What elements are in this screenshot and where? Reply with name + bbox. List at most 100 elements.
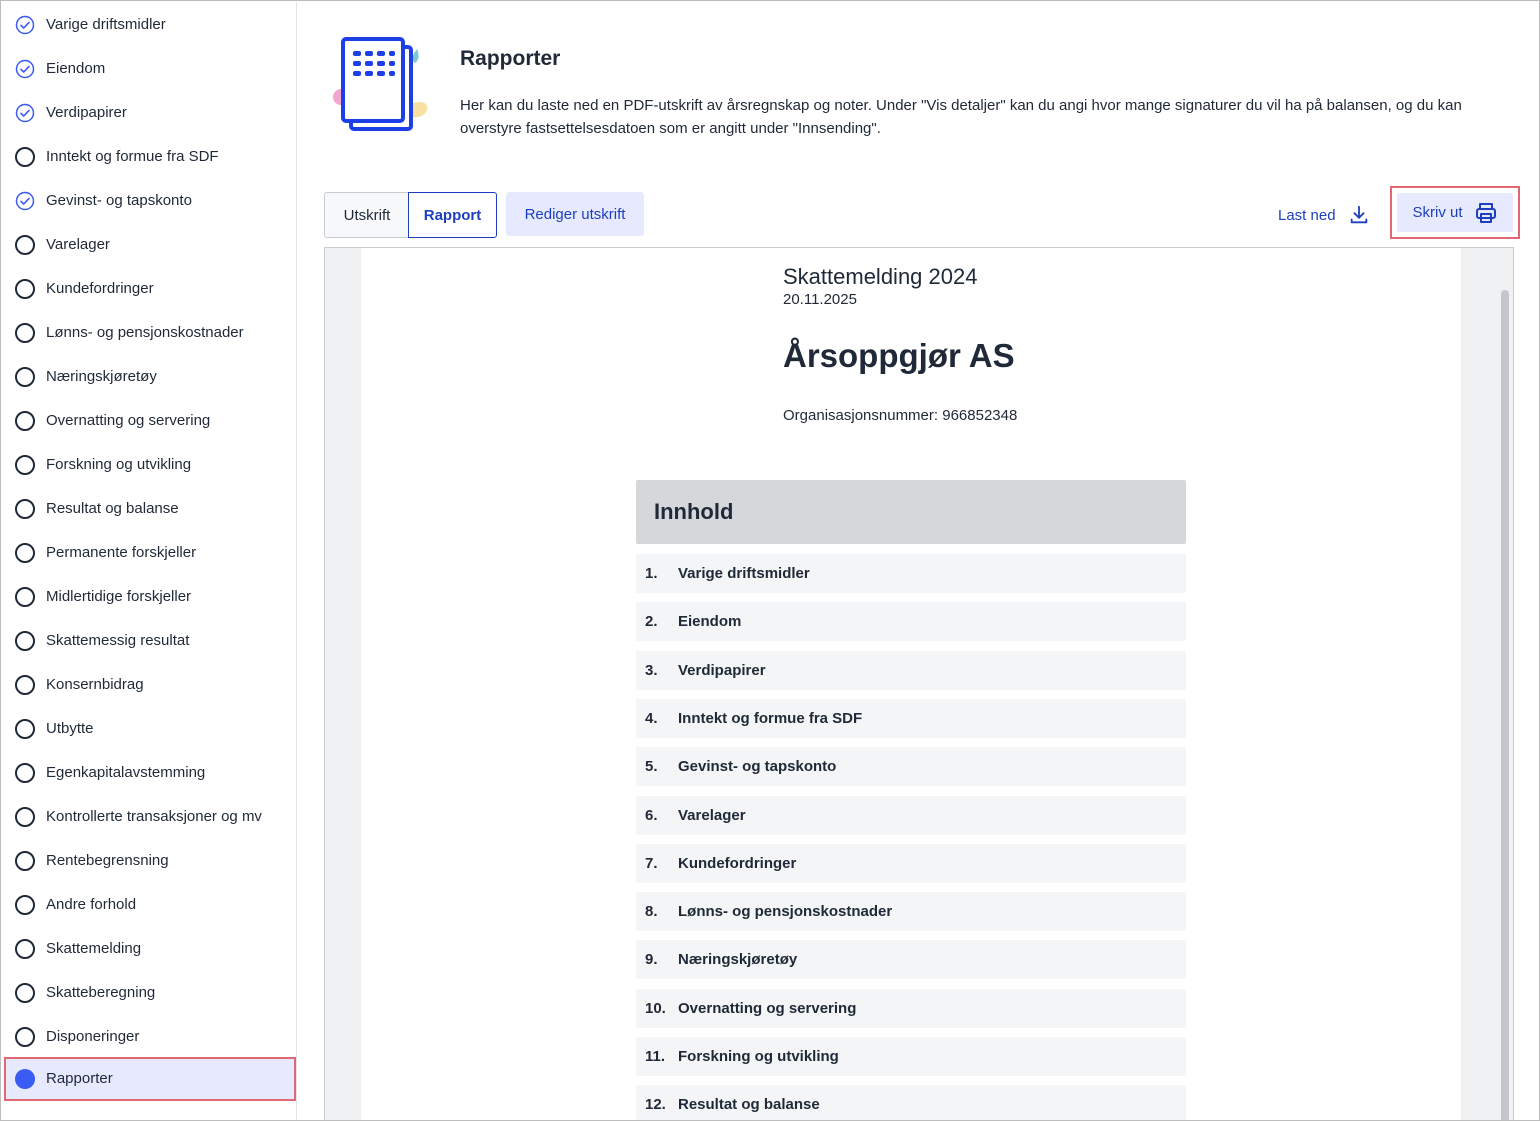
toc-row: 3. Verdipapirer (636, 650, 1186, 690)
empty-circle-icon (15, 411, 35, 431)
empty-circle-icon (15, 631, 35, 651)
toc-row-number: 1. (645, 565, 658, 582)
sidebar-item-label: Overnatting og servering (46, 412, 211, 429)
sidebar-item-label: Næringskjøretøy (46, 368, 157, 385)
toc-row-number: 9. (645, 951, 658, 969)
sidebar-item[interactable]: Rentebegrensning (4, 839, 296, 883)
toc-row-label: Næringskjøretøy (678, 951, 798, 969)
sidebar-item[interactable]: Kontrollerte transaksjoner og mv (4, 795, 296, 839)
print-button-inner[interactable]: Skriv ut (1397, 193, 1513, 232)
check-circle-icon (15, 15, 35, 35)
report-preview: Skattemelding 2024 20.11.2025 Årsoppgjør… (324, 247, 1514, 1120)
sidebar-item-label: Eiendom (46, 60, 106, 77)
sidebar-item-label: Verdipapirer (46, 104, 127, 121)
sidebar-item-label: Forskning og utvikling (46, 456, 192, 473)
sidebar-item[interactable]: Andre forhold (4, 883, 296, 927)
toc-row-number: 11. (645, 1048, 666, 1065)
sidebar-item[interactable]: Kundefordringer (4, 267, 296, 311)
tab-rapport[interactable]: Rapport (408, 192, 497, 238)
sidebar-item[interactable]: Resultat og balanse (4, 487, 296, 531)
sidebar-item-label: Egenkapitalavstemming (46, 764, 206, 781)
toc-row: 4. Inntekt og formue fra SDF (636, 698, 1186, 738)
toc-row: 7. Kundefordringer (636, 843, 1186, 883)
report-illustration-icon (329, 31, 433, 135)
sidebar-item[interactable]: Permanente forskjeller (4, 531, 296, 575)
scrollbar-track[interactable] (1498, 248, 1512, 1120)
page-description: Her kan du laste ned en PDF-utskrift av … (460, 97, 1462, 137)
sidebar-item[interactable]: Gevinst- og tapskonto (4, 179, 296, 223)
sidebar-item-label: Rapporter (46, 1070, 113, 1087)
empty-circle-icon (15, 499, 35, 519)
toc-row: 9. Næringskjøretøy (636, 940, 1186, 980)
sidebar-item-label: Inntekt og formue fra SDF (46, 148, 219, 165)
sidebar-item[interactable]: Skattemelding (4, 927, 296, 971)
toc-row-label: Verdipapirer (678, 661, 766, 679)
sidebar-item[interactable]: Disponeringer (4, 1015, 296, 1059)
sidebar-item[interactable]: Eiendom (4, 47, 296, 91)
page-title: Rapporter (460, 47, 561, 70)
sidebar-item-label: Andre forhold (46, 896, 137, 913)
toc-row-label: Eiendom (678, 613, 742, 631)
toc-row-label: Forskning og utvikling (678, 1048, 839, 1065)
toc-row: 2. Eiendom (636, 602, 1186, 642)
toc-row-number: 5. (645, 758, 658, 776)
toc-row-label: Varelager (678, 806, 746, 824)
toc-row-label: Overnatting og servering (678, 999, 857, 1017)
sidebar-item[interactable]: Midlertidige forskjeller (4, 575, 296, 619)
print-button[interactable]: Skriv ut (1390, 186, 1520, 239)
sidebar-item[interactable]: Lønns- og pensjonskostnader (4, 311, 296, 355)
empty-circle-icon (15, 895, 35, 915)
sidebar-item[interactable]: Egenkapitalavstemming (4, 751, 296, 795)
sidebar-item[interactable]: Utbytte (4, 707, 296, 751)
edit-printout-button[interactable]: Rediger utskrift (506, 192, 644, 236)
toc-row-number: 8. (645, 903, 658, 921)
sidebar-item-label: Rentebegrensning (46, 852, 169, 869)
sidebar-item-label: Skattemessig resultat (46, 632, 190, 649)
empty-circle-icon (15, 763, 35, 783)
sidebar-item[interactable]: Skattemessig resultat (4, 619, 296, 663)
company-name: Årsoppgjør AS (783, 337, 1015, 374)
sidebar-item[interactable]: Overnatting og servering (4, 399, 296, 443)
download-button[interactable]: Last ned (1267, 192, 1387, 238)
sidebar-item[interactable]: Konsernbidrag (4, 663, 296, 707)
sidebar-item-label: Lønns- og pensjonskostnader (46, 324, 244, 341)
toc-row-number: 3. (645, 661, 658, 679)
empty-circle-icon (15, 367, 35, 387)
sidebar-item[interactable]: Verdipapirer (4, 91, 296, 135)
print-label: Skriv ut (1412, 204, 1463, 221)
toc-row-number: 7. (645, 854, 658, 872)
empty-circle-icon (15, 279, 35, 299)
sidebar-item-label: Midlertidige forskjeller (46, 588, 192, 605)
check-circle-icon (15, 59, 35, 79)
check-circle-icon (15, 103, 35, 123)
toc-row: 1. Varige driftsmidler (636, 554, 1186, 593)
empty-circle-icon (15, 807, 35, 827)
toc-row-number: 2. (645, 613, 658, 631)
printer-icon (1475, 202, 1496, 223)
empty-circle-icon (15, 323, 35, 343)
active-dot-icon (15, 1069, 35, 1089)
sidebar-item[interactable]: Forskning og utvikling (4, 443, 296, 487)
toc-row-number: 10. (645, 999, 666, 1017)
toc-row: 11. Forskning og utvikling (636, 1037, 1186, 1076)
sidebar-item[interactable]: Skatteberegning (4, 971, 296, 1015)
sidebar-item-label: Permanente forskjeller (46, 544, 197, 561)
report-page: Skattemelding 2024 20.11.2025 Årsoppgjør… (361, 248, 1461, 1120)
empty-circle-icon (15, 235, 35, 255)
scrollbar-thumb[interactable] (1501, 290, 1509, 1120)
sidebar-item[interactable]: Rapporter (4, 1057, 296, 1101)
toc-row: 5. Gevinst- og tapskonto (636, 747, 1186, 787)
app-window: Varige driftsmidler Eiendom Verdipapirer In… (0, 0, 1540, 1121)
toc-row-label: Inntekt og formue fra SDF (678, 709, 863, 727)
download-icon (1350, 205, 1367, 224)
sidebar-item-label: Skattemelding (46, 940, 142, 957)
sidebar-item-label: Kontrollerte transaksjoner og mv (46, 808, 262, 825)
tab-utskrift[interactable]: Utskrift (324, 192, 409, 238)
sidebar: Varige driftsmidler Eiendom Verdipapirer In… (2, 2, 297, 1120)
sidebar-item-label: Kundefordringer (46, 280, 154, 297)
sidebar-item[interactable]: Næringskjøretøy (4, 355, 296, 399)
sidebar-item[interactable]: Varige driftsmidler (4, 3, 296, 47)
sidebar-item-label: Varige driftsmidler (46, 16, 166, 33)
sidebar-item[interactable]: Varelager (4, 223, 296, 267)
sidebar-item[interactable]: Inntekt og formue fra SDF (4, 135, 296, 179)
